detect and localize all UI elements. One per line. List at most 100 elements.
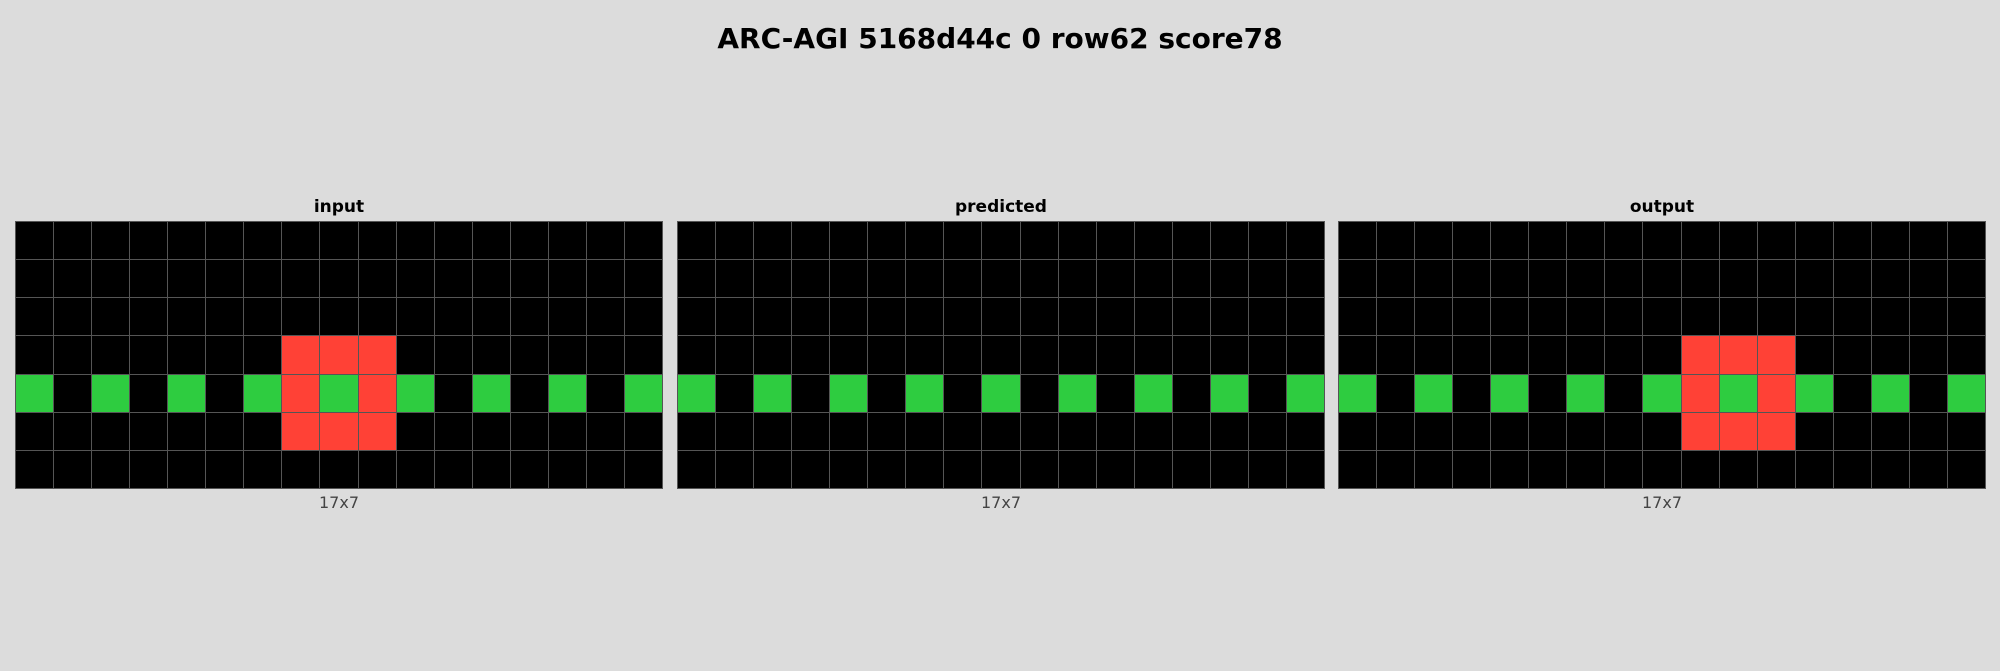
grid-cell xyxy=(830,336,869,375)
grid-cell xyxy=(1719,260,1758,299)
grid-cell xyxy=(1757,412,1796,451)
grid-cell xyxy=(206,298,245,337)
grid-cell xyxy=(130,336,169,375)
grid-cell xyxy=(320,412,359,451)
grid-cell xyxy=(168,222,207,261)
grid-cell xyxy=(678,222,717,261)
grid-cell xyxy=(1605,298,1644,337)
grid-cell xyxy=(1134,298,1173,337)
grid-cell xyxy=(792,298,831,337)
grid-cell xyxy=(244,412,283,451)
grid-cell xyxy=(982,336,1021,375)
grid-cell xyxy=(320,298,359,337)
grid-cell xyxy=(1833,336,1872,375)
grid-cell xyxy=(1453,412,1492,451)
grid-cell xyxy=(678,412,717,451)
grid-cell xyxy=(1339,222,1378,261)
grid-cell xyxy=(1210,260,1249,299)
grid-cell xyxy=(1377,412,1416,451)
grid-cell xyxy=(944,412,983,451)
grid-cell xyxy=(982,260,1021,299)
grid-cell xyxy=(320,222,359,261)
grid-cell xyxy=(716,336,755,375)
grid-cell xyxy=(472,336,511,375)
grid-cell xyxy=(906,374,945,413)
grid-cell xyxy=(1871,260,1910,299)
grid-cell xyxy=(982,450,1021,489)
grid-cell xyxy=(1567,336,1606,375)
grid-cell xyxy=(754,412,793,451)
grid-cell xyxy=(1286,450,1325,489)
grid-cell xyxy=(510,336,549,375)
grid-cell xyxy=(678,374,717,413)
grid-cell xyxy=(1020,336,1059,375)
grid-cell xyxy=(548,374,587,413)
grid-cell xyxy=(586,336,625,375)
grid-cell xyxy=(54,336,93,375)
grid-cell xyxy=(1909,260,1948,299)
grid-cell xyxy=(1567,222,1606,261)
grid-cell xyxy=(1339,336,1378,375)
grid-cell xyxy=(54,260,93,299)
grid-cell xyxy=(1058,298,1097,337)
grid-cell xyxy=(1757,374,1796,413)
grid-cell xyxy=(92,412,131,451)
grid-cell xyxy=(1681,336,1720,375)
grid-cell xyxy=(1681,412,1720,451)
grid-cell xyxy=(1020,298,1059,337)
grid-cell xyxy=(1643,336,1682,375)
grid-cell xyxy=(624,336,663,375)
grid-cell xyxy=(282,336,321,375)
grid-cell xyxy=(130,374,169,413)
grid-cell xyxy=(1491,222,1530,261)
panel-input: input 17x7 xyxy=(15,196,663,513)
grid-cell xyxy=(1248,222,1287,261)
grid-cell xyxy=(1377,298,1416,337)
grid-cell xyxy=(358,222,397,261)
grid-cell xyxy=(624,450,663,489)
grid-cell xyxy=(1058,336,1097,375)
grid-cell xyxy=(1833,222,1872,261)
grid-cell xyxy=(1757,222,1796,261)
grid-cell xyxy=(168,260,207,299)
grid-cell xyxy=(1795,298,1834,337)
panel-output: output 17x7 xyxy=(1338,196,1986,513)
grid-cell xyxy=(1210,374,1249,413)
grid-cell xyxy=(1605,336,1644,375)
grid-cell xyxy=(472,450,511,489)
grid-cell xyxy=(1339,260,1378,299)
grid-cell xyxy=(678,298,717,337)
grid-cell xyxy=(1172,374,1211,413)
grid-cell xyxy=(1757,336,1796,375)
grid-cell xyxy=(754,450,793,489)
grid-cell xyxy=(1643,222,1682,261)
grid-cell xyxy=(1871,374,1910,413)
grid-cell xyxy=(1529,374,1568,413)
grid-cell xyxy=(1058,260,1097,299)
grid-cell xyxy=(54,412,93,451)
grid-cell xyxy=(678,450,717,489)
grid-cell xyxy=(944,450,983,489)
grid-cell xyxy=(1833,298,1872,337)
grid-cell xyxy=(1567,260,1606,299)
grid-cell xyxy=(396,412,435,451)
grid-cell xyxy=(54,374,93,413)
grid-cell xyxy=(1248,450,1287,489)
grid-cell xyxy=(1871,412,1910,451)
grid-cell xyxy=(1909,412,1948,451)
grid-cell xyxy=(1415,412,1454,451)
grid-cell xyxy=(1339,450,1378,489)
grid-cell xyxy=(1833,374,1872,413)
grid-cell xyxy=(1415,374,1454,413)
grid-cell xyxy=(244,374,283,413)
grid-cell xyxy=(1567,412,1606,451)
grid-cell xyxy=(1491,450,1530,489)
grid-cell xyxy=(1453,374,1492,413)
grid-cell xyxy=(1909,298,1948,337)
grid-cell xyxy=(510,260,549,299)
grid-cell xyxy=(244,222,283,261)
grid-cell xyxy=(868,298,907,337)
grid-cell xyxy=(92,298,131,337)
grid-cell xyxy=(472,298,511,337)
grid-cell xyxy=(586,374,625,413)
